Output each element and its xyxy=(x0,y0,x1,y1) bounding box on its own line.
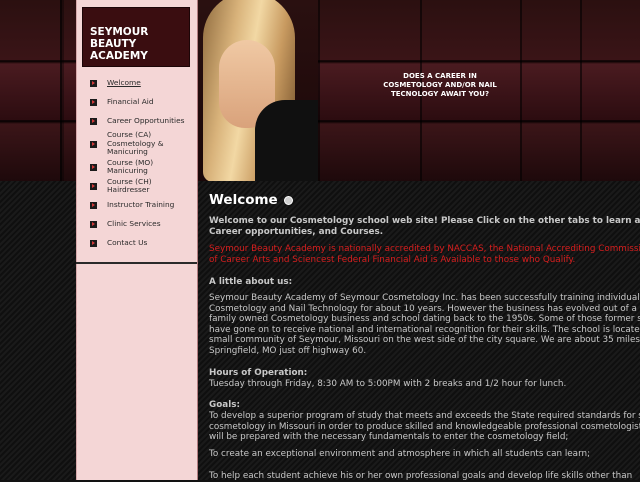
goal-line: To develop a superior program of study t… xyxy=(209,411,640,421)
sidebar-item-label: Instructor Training xyxy=(107,199,175,209)
logo-line-2: ACADEMY xyxy=(90,50,148,62)
intro-line: Welcome to our Cosmetology school web si… xyxy=(209,216,640,226)
hours-heading: Hours of Operation: xyxy=(209,368,308,378)
about-text: Seymour Beauty Academy of Seymour Cosmet… xyxy=(209,293,640,356)
about-line: Springfield, MO just off highway 60. xyxy=(209,345,367,356)
banner-tagline: DOES A CAREER IN COSMETOLOGY AND/OR NAIL… xyxy=(383,72,497,98)
about-line: small community of Seymour, Missouri on … xyxy=(209,335,640,345)
arrow-bullet-icon xyxy=(90,201,97,209)
intro-text: Welcome to our Cosmetology school web si… xyxy=(209,216,640,237)
sidebar-item-label: Clinic Services xyxy=(107,218,161,228)
sidebar-item-label: Welcome xyxy=(107,77,141,87)
arrow-bullet-icon xyxy=(90,140,97,148)
sidebar-item-label: Course (CH) Hairdresser xyxy=(107,176,152,194)
sidebar-item-label: Financial Aid xyxy=(107,96,154,106)
arrow-bullet-icon xyxy=(90,98,97,106)
sidebar-divider xyxy=(76,262,197,264)
sidebar-item-label: Course (CA) Cosmetology & Manicuring xyxy=(107,130,164,157)
about-line: Seymour Beauty Academy of Seymour Cosmet… xyxy=(209,293,640,303)
accreditation-line: of Career Arts and Sciencest Federal Fin… xyxy=(209,254,576,265)
arrow-bullet-icon xyxy=(90,163,97,171)
arrow-bullet-icon xyxy=(90,220,97,228)
hours-text: Tuesday through Friday, 8:30 AM to 5:00P… xyxy=(209,379,567,389)
arrow-bullet-icon xyxy=(90,117,97,125)
arrow-bullet-icon xyxy=(90,79,97,87)
accreditation-line: Seymour Beauty Academy is nationally acc… xyxy=(209,244,640,254)
goal-line: will be prepared with the necessary fund… xyxy=(209,432,569,442)
sidebar-item-label: Career Opportunities xyxy=(107,115,185,125)
goal-line: cosmetology in Missouri in order to prod… xyxy=(209,421,640,432)
main-content: Welcome Welcome to our Cosmetology schoo… xyxy=(209,192,640,481)
arrow-bullet-icon xyxy=(90,182,97,190)
about-line: have gone on to receive national and int… xyxy=(209,324,640,335)
goals-heading: Goals: xyxy=(209,400,240,410)
sidebar-item-label: Course (MO) Manicuring xyxy=(107,157,154,175)
goals-text: To develop a superior program of study t… xyxy=(209,411,640,443)
site-logo[interactable]: SEYMOUR BEAUTY ACADEMY xyxy=(82,7,190,67)
intro-line: Career opportunities, and Courses. xyxy=(209,226,384,237)
banner-photo xyxy=(197,0,318,181)
about-heading: A little about us: xyxy=(209,277,293,287)
logo-line-1: SEYMOUR BEAUTY xyxy=(90,26,149,50)
page-title-text: Welcome xyxy=(209,192,278,208)
goal-line: To create an exceptional environment and… xyxy=(209,449,591,459)
page-title: Welcome xyxy=(209,192,640,208)
arrow-bullet-icon xyxy=(90,239,97,247)
about-line: family owned Cosmetology business and sc… xyxy=(209,314,640,324)
bullet-circle-icon xyxy=(283,195,293,205)
accreditation-text: Seymour Beauty Academy is nationally acc… xyxy=(209,244,640,265)
about-line: Cosmetology and Nail Technology for abou… xyxy=(209,303,640,314)
sidebar-item-label: Contact Us xyxy=(107,237,148,247)
